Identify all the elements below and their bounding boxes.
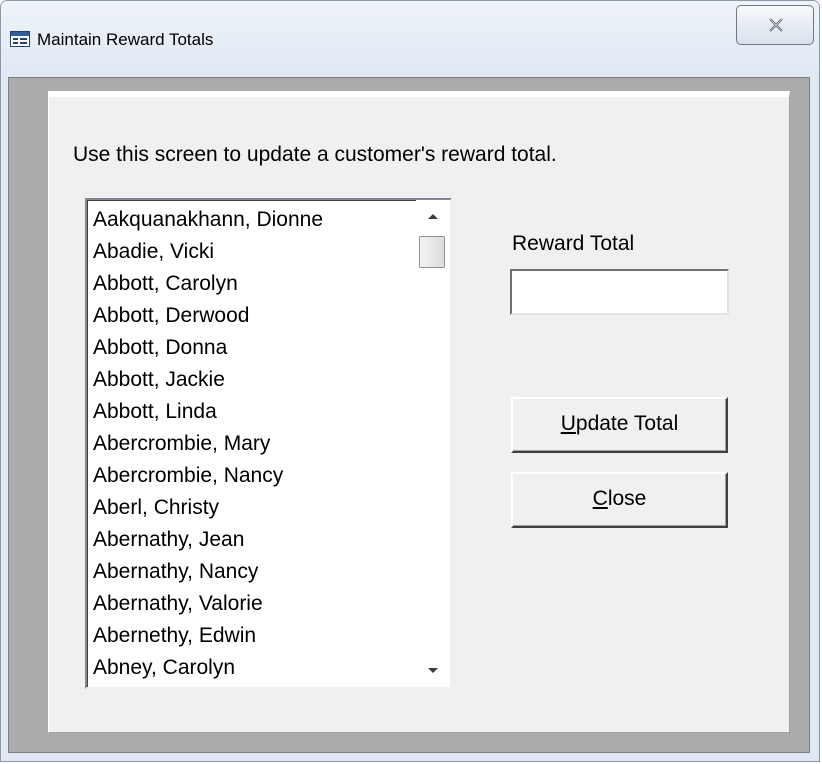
- scroll-up-button[interactable]: [416, 200, 450, 232]
- instruction-text: Use this screen to update a customer's r…: [73, 143, 557, 166]
- update-total-mnemonic: U: [560, 412, 576, 435]
- customer-list-items: Aakquanakhann, Dionne Abadie, Vicki Abbott…: [93, 204, 411, 684]
- reward-total-input[interactable]: [510, 269, 729, 315]
- form-window-icon: [10, 31, 30, 47]
- title-bar[interactable]: Maintain Reward Totals: [1, 1, 819, 77]
- close-button[interactable]: Close: [511, 472, 728, 528]
- close-mnemonic: C: [592, 487, 608, 510]
- close-label: lose: [607, 487, 647, 510]
- customer-listbox[interactable]: Aakquanakhann, Dionne Abadie, Vicki Abbott…: [85, 198, 452, 689]
- list-item[interactable]: Abernathy, Valorie: [93, 588, 411, 620]
- list-item[interactable]: Abbott, Carolyn: [93, 268, 411, 300]
- list-item[interactable]: Abernathy, Jean: [93, 524, 411, 556]
- list-item[interactable]: Abadie, Vicki: [93, 236, 411, 268]
- scroll-down-button[interactable]: [416, 655, 450, 687]
- scroll-down-arrow-icon: [428, 668, 438, 673]
- update-total-button[interactable]: Update Total: [511, 397, 728, 453]
- list-item[interactable]: Abbott, Jackie: [93, 364, 411, 396]
- close-x-icon: [769, 18, 783, 32]
- scroll-up-arrow-icon: [428, 214, 438, 219]
- list-item[interactable]: Aberl, Christy: [93, 492, 411, 524]
- list-item[interactable]: Abernethy, Edwin: [93, 620, 411, 652]
- scroll-thumb[interactable]: [419, 236, 445, 268]
- list-item[interactable]: Abbott, Linda: [93, 396, 411, 428]
- reward-total-label: Reward Total: [512, 232, 635, 255]
- list-item[interactable]: Abercrombie, Mary: [93, 428, 411, 460]
- listbox-scrollbar[interactable]: [416, 200, 450, 687]
- window-title: Maintain Reward Totals: [37, 30, 214, 49]
- maintain-reward-totals-window: Maintain Reward Totals Use this screen t…: [0, 0, 822, 764]
- list-item[interactable]: Abbott, Derwood: [93, 300, 411, 332]
- list-item[interactable]: Abbott, Donna: [93, 332, 411, 364]
- window-close-button[interactable]: [736, 5, 814, 45]
- list-item[interactable]: Abney, Carolyn: [93, 652, 411, 684]
- list-item[interactable]: Abernathy, Nancy: [93, 556, 411, 588]
- list-item[interactable]: Abercrombie, Nancy: [93, 460, 411, 492]
- update-total-label: pdate Total: [575, 412, 679, 435]
- list-item[interactable]: Aakquanakhann, Dionne: [93, 204, 411, 236]
